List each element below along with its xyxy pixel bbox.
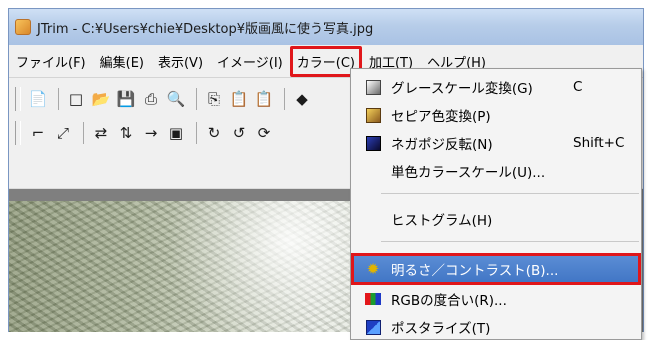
rotate-90-ccw-icon[interactable]: ↺ [228,122,250,144]
menu-item-label: ネガポジ反転(N) [391,137,493,153]
menu-item-histogram[interactable]: ヒストグラム(H) [351,205,641,233]
copy-icon[interactable]: ⎘ [203,88,225,110]
resize-icon[interactable]: ⤢ [52,122,74,144]
print-preview-icon[interactable]: 🔍 [165,88,187,110]
title-bar: JTrim - C:¥Users¥chie¥Desktop¥版画風に使う写真.j… [9,9,643,45]
menu-item-shortcut: Shift+C [573,135,625,151]
menu-item-label: グレースケール変換(G) [391,81,533,97]
menu-separator [381,193,639,194]
menu-item-posterize[interactable]: ポスタライズ(T) [351,313,641,339]
rotate-icon[interactable]: ⟳ [253,122,275,144]
arrow-icon[interactable]: → [140,122,162,144]
photo [9,201,369,332]
menu-file[interactable]: ファイル(F) [9,46,93,77]
grayscale-icon [365,79,381,95]
negative-icon [365,135,381,151]
menu-item-brightness-contrast[interactable]: ✹ 明るさ／コントラスト(B)... [351,253,641,285]
open-icon[interactable]: 📂 [90,88,112,110]
crop-icon[interactable]: ⌐ [27,122,49,144]
print-icon[interactable]: ⎙ [140,88,162,110]
menu-item-label: RGBの度合い(R)... [391,293,507,309]
toolbar-row-2: ⌐ ⤢ ⇄ ⇅ → ▣ ↻ ↺ ⟳ [15,118,278,148]
menu-view[interactable]: 表示(V) [151,46,210,77]
color-picker-icon[interactable]: ◆ [291,88,313,110]
menu-item-shortcut: C [573,79,583,95]
menu-item-rgb-balance[interactable]: RGBの度合い(R)... [351,285,641,313]
posterize-icon [365,319,381,335]
window-title: JTrim - C:¥Users¥chie¥Desktop¥版画風に使う写真.j… [37,21,374,37]
flip-vertical-icon[interactable]: ⇅ [115,122,137,144]
color-dropdown-menu: グレースケール変換(G) C セピア色変換(P) ネガポジ反転(N) Shift… [350,68,642,340]
menu-item-sepia[interactable]: セピア色変換(P) [351,101,641,129]
menu-item-label: ポスタライズ(T) [391,321,491,337]
toolbar-separator [83,122,84,144]
new-file-icon[interactable]: 📄 [27,88,49,110]
menu-separator [381,241,639,242]
paste-icon[interactable]: 📋 [228,88,250,110]
toolbar-separator [196,88,197,110]
toolbar-grip[interactable] [15,87,21,111]
toolbar-grip[interactable] [15,121,21,145]
rotate-90-icon[interactable]: ↻ [203,122,225,144]
toolbar-separator [196,122,197,144]
rgb-icon [365,293,381,305]
brightness-icon: ✹ [366,260,380,278]
menu-item-label: 明るさ／コントラスト(B)... [391,263,559,279]
new-icon[interactable]: □ [65,88,87,110]
app-icon [15,19,31,35]
sepia-icon [365,107,381,123]
toolbar-row-1: 📄 □ 📂 💾 ⎙ 🔍 ⎘ 📋 📋 ◆ [15,84,316,114]
menu-item-mono-scale[interactable]: 単色カラースケール(U)... [351,157,641,185]
menu-item-negative[interactable]: ネガポジ反転(N) Shift+C [351,129,641,157]
save-icon[interactable]: 💾 [115,88,137,110]
menu-edit[interactable]: 編集(E) [93,46,151,77]
menu-image[interactable]: イメージ(I) [210,46,290,77]
menu-item-label: セピア色変換(P) [391,109,491,125]
toolbar-separator [284,88,285,110]
menu-item-label: 単色カラースケール(U)... [391,165,546,181]
menu-item-grayscale[interactable]: グレースケール変換(G) C [351,73,641,101]
paste-special-icon[interactable]: 📋 [253,88,275,110]
square-icon[interactable]: ▣ [165,122,187,144]
menu-item-label: ヒストグラム(H) [391,213,493,229]
toolbar-separator [58,88,59,110]
flip-horizontal-icon[interactable]: ⇄ [90,122,112,144]
